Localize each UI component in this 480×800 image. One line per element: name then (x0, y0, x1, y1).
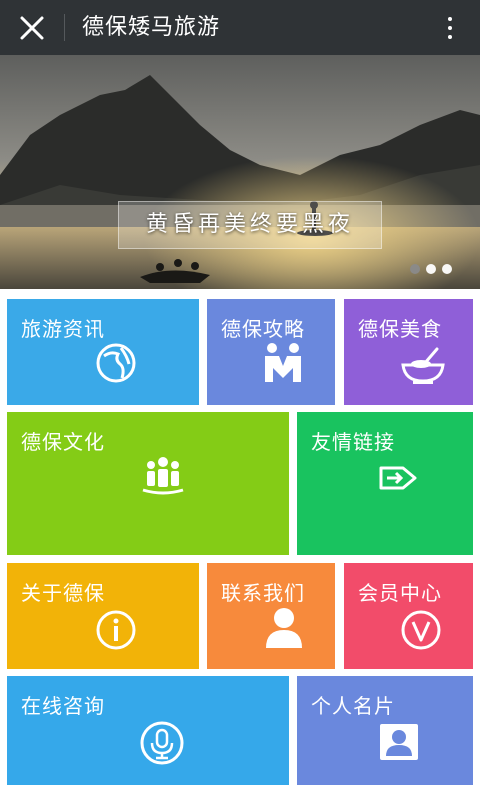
vip-icon (401, 610, 441, 650)
tile-travel-news[interactable]: 旅游资讯 (7, 299, 199, 405)
tile-label: 个人名片 (311, 694, 395, 718)
contact-card-icon (380, 724, 418, 760)
close-icon (20, 16, 44, 39)
page-title: 德保矮马旅游 (82, 15, 221, 40)
header-divider (64, 14, 65, 41)
top-bar: 德保矮马旅游 (0, 0, 480, 55)
banner-landscape-image (0, 55, 480, 289)
carousel-dot-2[interactable] (426, 264, 436, 274)
tile-label: 旅游资讯 (21, 317, 105, 341)
tile-friendly-links[interactable]: 友情链接 (297, 412, 473, 555)
banner-caption: 黄昏再美终要黑夜 (118, 201, 382, 249)
tile-about[interactable]: 关于德保 (7, 563, 199, 669)
more-button[interactable] (420, 0, 480, 55)
user-icon (266, 608, 302, 648)
tile-label: 友情链接 (311, 430, 395, 454)
banner-carousel[interactable]: 黄昏再美终要黑夜 (0, 55, 480, 289)
microphone-icon (140, 721, 184, 765)
carousel-indicators (410, 264, 452, 274)
tile-label: 关于德保 (21, 581, 105, 605)
tile-label: 德保美食 (358, 317, 442, 341)
people-guide-icon (265, 343, 301, 382)
tile-travel-guide[interactable]: 德保攻略 (207, 299, 335, 405)
group-people-icon (142, 457, 184, 495)
carousel-dot-1[interactable] (410, 264, 420, 274)
carousel-dot-3[interactable] (442, 264, 452, 274)
close-button[interactable] (0, 0, 64, 55)
tile-label: 会员中心 (358, 581, 442, 605)
globe-icon (96, 343, 136, 383)
tile-online-consult[interactable]: 在线咨询 (7, 676, 289, 785)
tile-culture[interactable]: 德保文化 (7, 412, 289, 555)
more-vertical-icon (448, 16, 452, 39)
tile-contact-us[interactable]: 联系我们 (207, 563, 335, 669)
food-bowl-icon (401, 347, 445, 384)
tile-label: 德保文化 (21, 430, 105, 454)
tile-member-center[interactable]: 会员中心 (344, 563, 473, 669)
tile-label: 德保攻略 (221, 317, 305, 341)
tile-label: 联系我们 (221, 581, 305, 605)
tile-label: 在线咨询 (21, 694, 105, 718)
tile-local-food[interactable]: 德保美食 (344, 299, 473, 405)
tile-business-card[interactable]: 个人名片 (297, 676, 473, 785)
link-arrow-icon (379, 466, 417, 490)
info-icon (96, 610, 136, 650)
